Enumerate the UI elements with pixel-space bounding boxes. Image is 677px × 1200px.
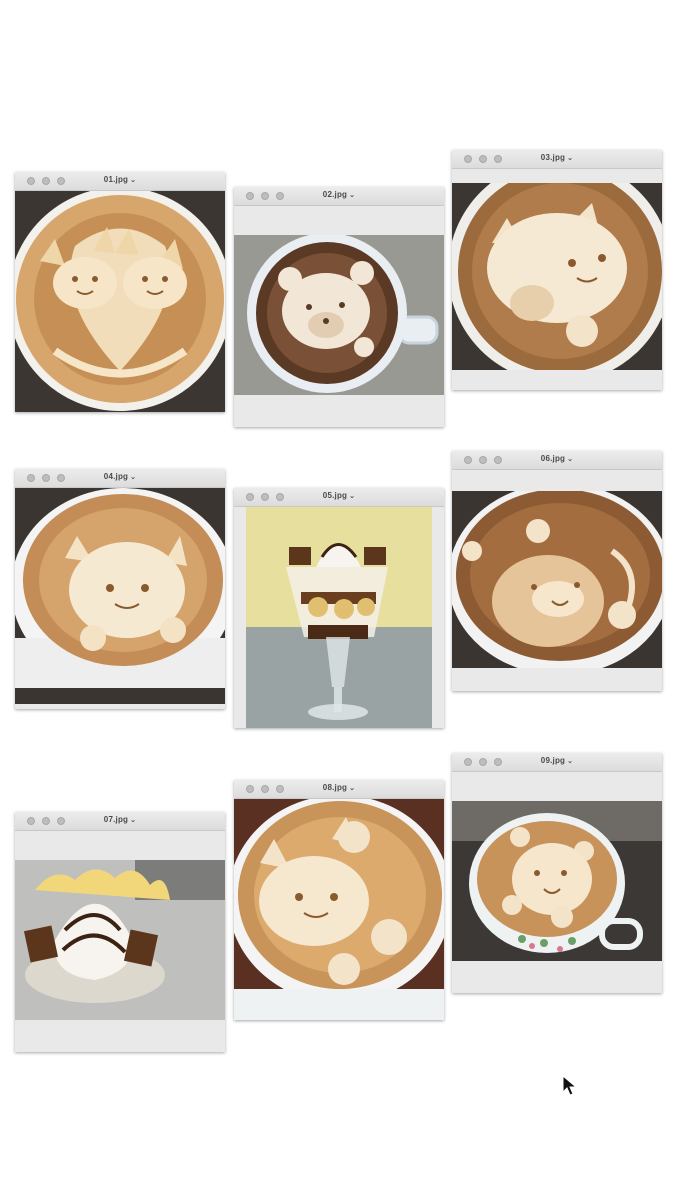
chevron-down-icon[interactable]: ⌄ [349, 192, 355, 199]
window-titlebar[interactable]: 04.jpg ⌄ [15, 469, 225, 488]
chevron-down-icon[interactable]: ⌄ [349, 785, 355, 792]
window-title[interactable]: 06.jpg ⌄ [452, 454, 662, 463]
window-title-text: 02.jpg [322, 190, 348, 199]
window-title[interactable]: 08.jpg ⌄ [234, 783, 444, 792]
window-titlebar[interactable]: 08.jpg ⌄ [234, 780, 444, 799]
chevron-down-icon[interactable]: ⌄ [130, 177, 136, 184]
window-titlebar[interactable]: 05.jpg ⌄ [234, 488, 444, 507]
photo-parfait [246, 507, 432, 728]
chevron-down-icon[interactable]: ⌄ [567, 758, 573, 765]
window-title[interactable]: 01.jpg ⌄ [15, 175, 225, 184]
window-titlebar[interactable]: 07.jpg ⌄ [15, 812, 225, 831]
window-title-text: 01.jpg [103, 175, 129, 184]
chevron-down-icon[interactable]: ⌄ [349, 493, 355, 500]
photo-latte-cat [15, 488, 225, 704]
window-title[interactable]: 03.jpg ⌄ [452, 153, 662, 162]
image-window-04[interactable]: 04.jpg ⌄ [15, 469, 225, 709]
window-titlebar[interactable]: 06.jpg ⌄ [452, 451, 662, 470]
window-title[interactable]: 07.jpg ⌄ [15, 815, 225, 824]
mouse-cursor-icon [562, 1074, 578, 1102]
chevron-down-icon[interactable]: ⌄ [130, 474, 136, 481]
image-window-09[interactable]: 09.jpg ⌄ [452, 753, 662, 993]
photo-latte-bear-floral-cup [452, 801, 662, 961]
window-title-text: 04.jpg [103, 472, 129, 481]
image-window-07[interactable]: 07.jpg ⌄ [15, 812, 225, 1052]
window-title[interactable]: 09.jpg ⌄ [452, 756, 662, 765]
image-window-01[interactable]: 01.jpg ⌄ [15, 172, 225, 412]
image-window-05[interactable]: 05.jpg ⌄ [234, 488, 444, 728]
window-title-text: 06.jpg [540, 454, 566, 463]
image-window-06[interactable]: 06.jpg ⌄ [452, 451, 662, 691]
photo-latte-bear-leaf [452, 491, 662, 668]
window-titlebar[interactable]: 03.jpg ⌄ [452, 150, 662, 169]
chevron-down-icon[interactable]: ⌄ [567, 155, 573, 162]
window-title[interactable]: 02.jpg ⌄ [234, 190, 444, 199]
window-titlebar[interactable]: 09.jpg ⌄ [452, 753, 662, 772]
image-window-08[interactable]: 08.jpg ⌄ [234, 780, 444, 1020]
window-title[interactable]: 05.jpg ⌄ [234, 491, 444, 500]
window-title-text: 07.jpg [103, 815, 129, 824]
window-titlebar[interactable]: 01.jpg ⌄ [15, 172, 225, 191]
chevron-down-icon[interactable]: ⌄ [567, 456, 573, 463]
photo-latte-bear [234, 235, 444, 395]
window-titlebar[interactable]: 02.jpg ⌄ [234, 187, 444, 206]
window-title-text: 03.jpg [540, 153, 566, 162]
chevron-down-icon[interactable]: ⌄ [130, 817, 136, 824]
window-title-text: 05.jpg [322, 491, 348, 500]
photo-latte-cats [15, 191, 225, 412]
window-title-text: 08.jpg [322, 783, 348, 792]
photo-latte-cat-cup [452, 183, 662, 370]
photo-latte-cat-bear [234, 799, 444, 1020]
window-title[interactable]: 04.jpg ⌄ [15, 472, 225, 481]
window-title-text: 09.jpg [540, 756, 566, 765]
photo-banana-sundae [15, 860, 225, 1020]
image-window-03[interactable]: 03.jpg ⌄ [452, 150, 662, 390]
image-window-02[interactable]: 02.jpg ⌄ [234, 187, 444, 427]
